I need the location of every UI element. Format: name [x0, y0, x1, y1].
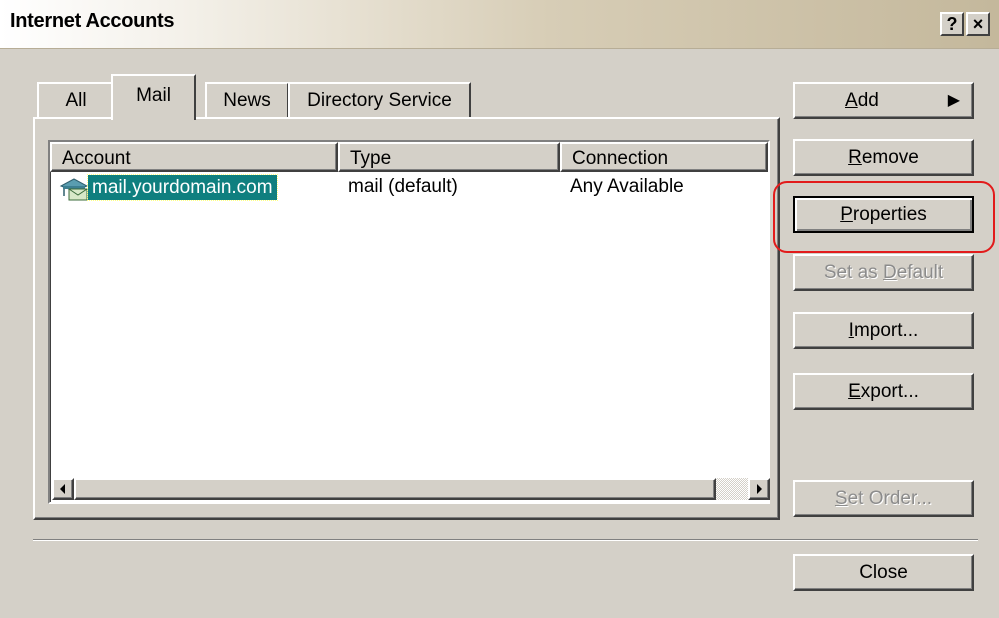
export-button[interactable]: Export...: [793, 373, 974, 410]
add-button-label: Add: [845, 90, 879, 111]
title-bar: Internet Accounts ? ×: [0, 0, 999, 49]
scroll-left-button[interactable]: [52, 478, 74, 500]
column-header-account-label: Account: [62, 148, 131, 169]
tab-news-label: News: [223, 90, 271, 111]
tab-all-label: All: [65, 90, 87, 111]
horizontal-scrollbar[interactable]: [52, 478, 770, 500]
export-button-label: Export...: [848, 381, 919, 402]
column-header-connection[interactable]: Connection: [560, 142, 768, 172]
list-item[interactable]: mail.yourdomain.com mail (default) Any A…: [50, 173, 768, 203]
account-type-cell: mail (default): [348, 176, 458, 197]
arrow-right-icon: [757, 484, 762, 494]
close-window-button[interactable]: ×: [966, 12, 990, 36]
scroll-thumb[interactable]: [74, 478, 716, 500]
tab-directory-service[interactable]: Directory Service: [288, 82, 471, 119]
tab-mail-label: Mail: [136, 85, 171, 106]
column-header-type[interactable]: Type: [338, 142, 560, 172]
tab-news[interactable]: News: [205, 82, 289, 119]
scroll-right-button[interactable]: [748, 478, 770, 500]
import-button-label: Import...: [848, 320, 919, 341]
column-header-connection-label: Connection: [572, 148, 669, 169]
properties-button[interactable]: Properties: [793, 196, 974, 233]
arrow-left-icon: [60, 484, 65, 494]
add-button[interactable]: Add ▶: [793, 82, 974, 119]
column-header-account[interactable]: Account: [50, 142, 338, 172]
mail-account-icon: [59, 177, 89, 201]
tab-all[interactable]: All: [37, 82, 113, 119]
set-as-default-button[interactable]: Set as Default: [793, 254, 974, 291]
dialog-divider: [33, 539, 978, 541]
set-order-button[interactable]: Set Order...: [793, 480, 974, 517]
submenu-arrow-icon: ▶: [947, 92, 960, 109]
remove-button[interactable]: Remove: [793, 139, 974, 176]
accounts-list[interactable]: Account Type Connection mail.yourdomain.…: [48, 140, 770, 504]
column-header-type-label: Type: [350, 148, 392, 169]
import-button[interactable]: Import...: [793, 312, 974, 349]
set-as-default-button-label: Set as Default: [823, 262, 944, 283]
remove-button-label: Remove: [848, 147, 919, 168]
window-title: Internet Accounts: [10, 10, 175, 32]
close-button[interactable]: Close: [793, 554, 974, 591]
account-name-cell: mail.yourdomain.com: [87, 174, 278, 201]
close-button-label: Close: [859, 562, 908, 583]
account-connection-cell: Any Available: [570, 176, 684, 197]
set-order-button-label: Set Order...: [834, 488, 933, 509]
tab-directory-service-label: Directory Service: [307, 90, 452, 111]
properties-button-label: Properties: [840, 204, 927, 225]
help-button[interactable]: ?: [940, 12, 964, 36]
tab-mail[interactable]: Mail: [111, 74, 196, 120]
